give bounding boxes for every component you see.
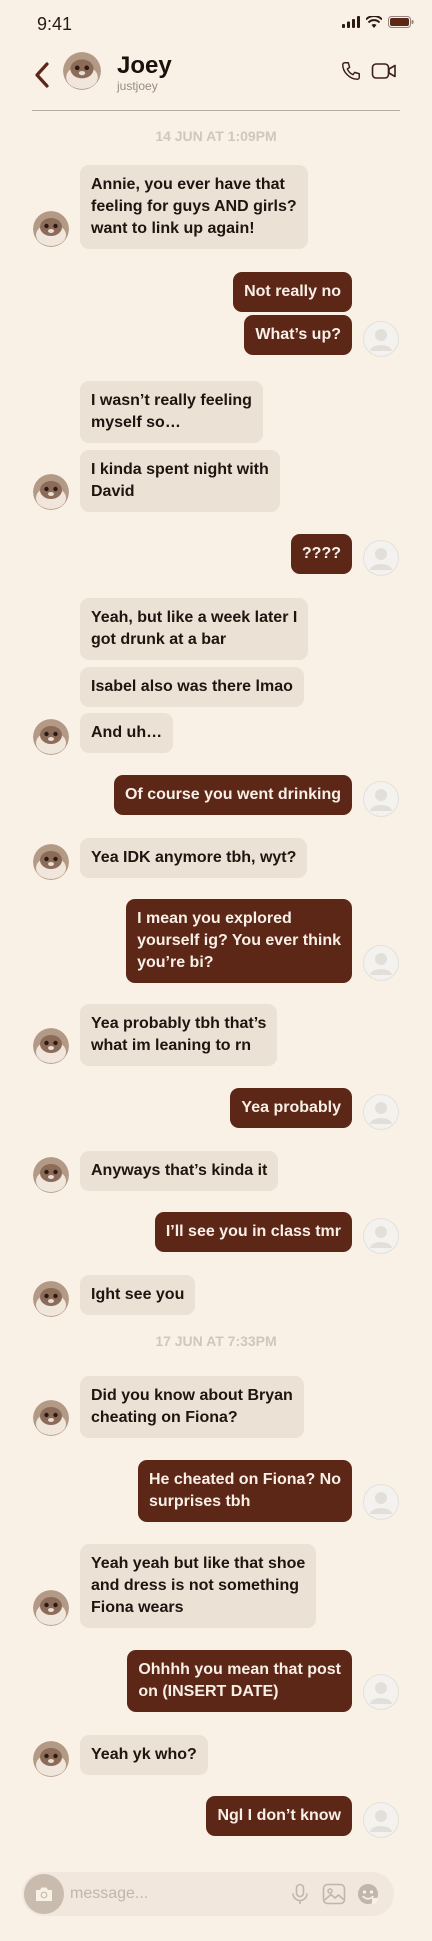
sender-avatar[interactable] — [33, 1157, 69, 1193]
incoming-message[interactable]: Yeah yk who? — [80, 1735, 208, 1775]
incoming-message[interactable]: Annie, you ever have that feeling for gu… — [80, 165, 308, 249]
outgoing-message[interactable]: Ngl I don’t know — [206, 1796, 352, 1836]
user-icon — [370, 329, 392, 351]
outgoing-message[interactable]: Of course you went drinking — [113, 775, 352, 815]
my-avatar[interactable] — [363, 1094, 399, 1130]
my-avatar[interactable] — [363, 945, 399, 981]
incoming-message[interactable]: Yeah yeah but like that shoe and dress i… — [80, 1544, 317, 1628]
date-separator: 14 JUN AT 1:09PM — [155, 128, 277, 144]
my-avatar[interactable] — [363, 1484, 399, 1520]
user-icon — [370, 789, 392, 811]
sender-avatar[interactable] — [33, 1590, 69, 1626]
sender-avatar[interactable] — [33, 1741, 69, 1777]
outgoing-message[interactable]: Yea probably — [230, 1088, 352, 1128]
outgoing-message[interactable]: I’ll see you in class tmr — [154, 1212, 352, 1252]
incoming-message[interactable]: Did you know about Bryan cheating on Fio… — [80, 1376, 304, 1438]
sender-avatar[interactable] — [33, 1028, 69, 1064]
user-icon — [370, 1226, 392, 1248]
image-icon — [322, 1883, 346, 1905]
sticker-icon — [358, 1884, 378, 1904]
incoming-message[interactable]: Isabel also was there lmao — [80, 667, 304, 707]
my-avatar[interactable] — [363, 321, 399, 357]
my-avatar[interactable] — [363, 1218, 399, 1254]
incoming-message[interactable]: And uh… — [80, 713, 174, 753]
message-input[interactable] — [70, 1872, 290, 1916]
outgoing-message[interactable]: ???? — [290, 534, 352, 574]
incoming-message[interactable]: Anyways that’s kinda it — [80, 1151, 279, 1191]
my-avatar[interactable] — [363, 540, 399, 576]
sticker-button[interactable] — [357, 1883, 379, 1910]
sender-avatar[interactable] — [33, 844, 69, 880]
incoming-message[interactable]: Yea IDK anymore tbh, wyt? — [80, 838, 308, 878]
user-icon — [370, 1810, 392, 1832]
microphone-button[interactable] — [290, 1883, 310, 1910]
date-separator: 17 JUN AT 7:33PM — [155, 1333, 277, 1349]
sender-avatar[interactable] — [33, 211, 69, 247]
user-icon — [370, 1102, 392, 1124]
user-icon — [370, 1492, 392, 1514]
camera-icon — [36, 1887, 52, 1901]
incoming-message[interactable]: I wasn’t really feeling myself so… — [80, 381, 263, 443]
incoming-message[interactable]: Yea probably tbh that’s what im leaning … — [80, 1004, 278, 1066]
outgoing-message[interactable]: Not really no — [233, 272, 352, 312]
incoming-message[interactable]: I kinda spent night with David — [80, 450, 280, 512]
message-composer — [22, 1872, 394, 1916]
user-icon — [370, 548, 392, 570]
sender-avatar[interactable] — [33, 719, 69, 755]
camera-button[interactable] — [24, 1874, 64, 1914]
user-icon — [370, 953, 392, 975]
sender-avatar[interactable] — [33, 1281, 69, 1317]
outgoing-message[interactable]: I mean you explored yourself ig? You eve… — [126, 899, 352, 983]
outgoing-message[interactable]: He cheated on Fiona? No surprises tbh — [137, 1460, 352, 1522]
microphone-icon — [292, 1883, 308, 1904]
incoming-message[interactable]: Yeah, but like a week later I got drunk … — [80, 598, 309, 660]
message-list[interactable]: 14 JUN AT 1:09PM 17 JUN AT 7:33PM Annie, y… — [0, 0, 432, 1941]
outgoing-message[interactable]: Ohhhh you mean that post on (INSERT DATE… — [127, 1650, 352, 1712]
my-avatar[interactable] — [363, 781, 399, 817]
outgoing-message[interactable]: What’s up? — [244, 315, 352, 355]
sender-avatar[interactable] — [33, 1400, 69, 1436]
gallery-button[interactable] — [322, 1883, 346, 1910]
incoming-message[interactable]: Ight see you — [80, 1275, 196, 1315]
my-avatar[interactable] — [363, 1674, 399, 1710]
my-avatar[interactable] — [363, 1802, 399, 1838]
sender-avatar[interactable] — [33, 474, 69, 510]
user-icon — [370, 1682, 392, 1704]
